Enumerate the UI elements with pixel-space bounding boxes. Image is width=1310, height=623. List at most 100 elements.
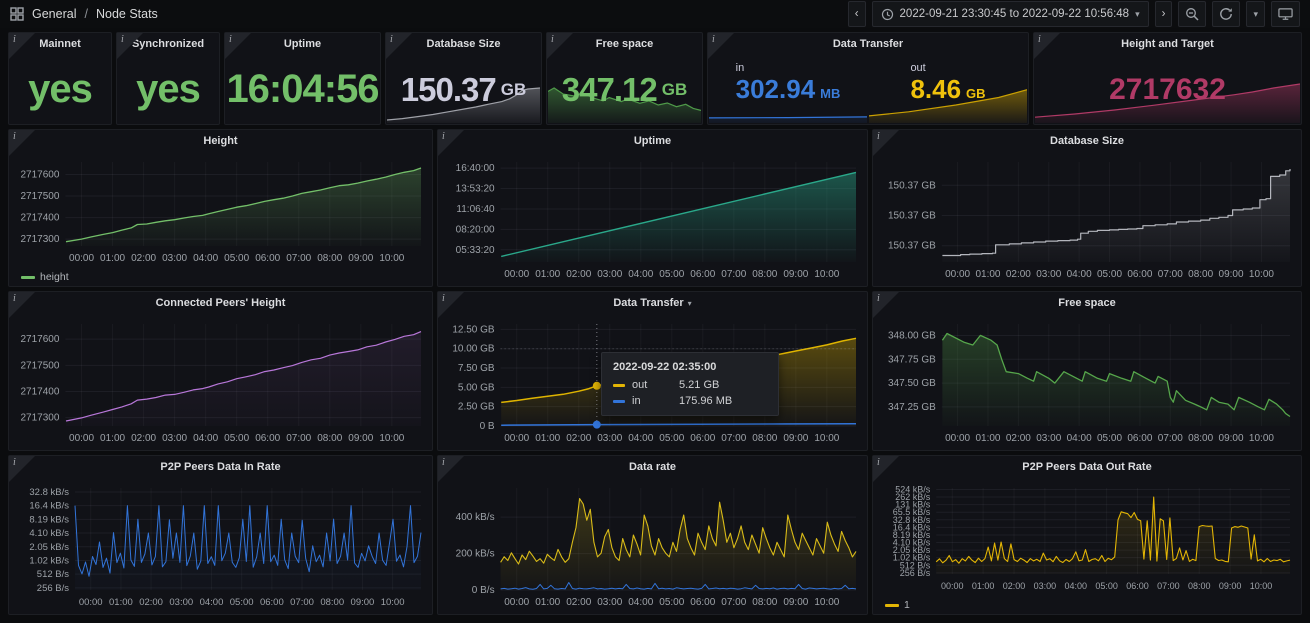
stat-value: 2717632	[1034, 55, 1301, 124]
y-axis-label: 11:06:40	[456, 204, 495, 215]
sparkline	[869, 87, 1027, 123]
x-axis-label: 03:00	[162, 253, 187, 264]
panel-info-icon[interactable]: i	[438, 456, 464, 482]
stat-value: 150.37 GB	[386, 55, 541, 124]
chevron-left-icon: ‹	[855, 8, 859, 20]
x-axis-label: 00:00	[79, 597, 103, 608]
panel-title[interactable]: P2P Peers Data In Rate	[9, 456, 432, 478]
breadcrumb-page[interactable]: Node Stats	[96, 7, 158, 21]
x-axis-label: 00:00	[69, 433, 94, 444]
x-axis-label: 00:00	[504, 433, 529, 444]
panel-menu-caret-icon[interactable]: ▾	[688, 299, 692, 308]
panel-info-icon[interactable]: i	[873, 130, 899, 156]
p2p-data-in-rate-chart[interactable]: 00:0001:0002:0003:0004:0005:0006:0007:00…	[10, 478, 431, 612]
panel-info-icon[interactable]: i	[9, 33, 35, 59]
database-size-chart[interactable]: 00:0001:0002:0003:0004:0005:0006:0007:00…	[874, 152, 1300, 284]
panel-height-and-target-stat: i Height and Target 2717632	[1033, 32, 1302, 125]
refresh-interval-button[interactable]: ▾	[1246, 1, 1265, 27]
panel-info-icon[interactable]: i	[9, 292, 35, 318]
breadcrumb-section[interactable]: General	[32, 7, 76, 21]
x-axis-label: 10:00	[381, 597, 405, 608]
x-axis-label: 03:00	[597, 433, 622, 444]
x-axis-label: 08:00	[317, 433, 342, 444]
panel-info-icon[interactable]: i	[1034, 33, 1060, 59]
panel-info-icon[interactable]: i	[708, 33, 734, 59]
panel-title[interactable]: Height and Target	[1034, 33, 1301, 55]
nav-bar: General / Node Stats ‹ 2022-09-21 23:30:…	[0, 0, 1310, 28]
panel-info-icon[interactable]: i	[873, 292, 899, 318]
panel-info-icon[interactable]: i	[547, 33, 573, 59]
x-axis-label: 02:00	[1006, 269, 1031, 280]
x-axis-label: 00:00	[504, 269, 529, 280]
y-axis-label: 13:53:20	[456, 184, 495, 195]
height-chart[interactable]: 00:0001:0002:0003:0004:0005:0006:0007:00…	[10, 152, 431, 268]
kiosk-mode-button[interactable]	[1271, 1, 1300, 27]
panel-title[interactable]: Data Transfer▾	[438, 292, 867, 314]
stat-value: yes	[117, 55, 219, 124]
zoom-out-button[interactable]	[1178, 1, 1206, 27]
x-axis-label: 04:00	[1067, 269, 1092, 280]
panel-free-space-chart: i Free space 00:0001:0002:0003:0004:0005…	[872, 291, 1302, 451]
panel-info-icon[interactable]: i	[438, 292, 464, 318]
x-axis-label: 02:00	[566, 269, 591, 280]
breadcrumb[interactable]: General / Node Stats	[10, 7, 158, 21]
legend-item[interactable]: height	[21, 271, 69, 283]
y-axis-label: 10.00 GB	[452, 344, 495, 355]
stat-unit: GB	[501, 80, 527, 100]
panel-info-icon[interactable]: i	[873, 456, 899, 482]
x-axis-label: 00:00	[945, 269, 970, 280]
x-axis-label: 00:00	[945, 433, 970, 444]
panel-info-icon[interactable]: i	[9, 130, 35, 156]
tooltip-row: in 175.96 MB	[613, 395, 767, 407]
x-axis-label: 03:00	[162, 433, 187, 444]
y-axis-label: 2717600	[20, 334, 59, 345]
y-axis-label: 2717300	[20, 413, 59, 424]
time-back-button[interactable]: ‹	[848, 1, 866, 27]
panel-title[interactable]: Connected Peers' Height	[9, 292, 432, 314]
panel-info-icon[interactable]: i	[225, 33, 251, 59]
data-rate-chart[interactable]: 00:0001:0002:0003:0004:0005:0006:0007:00…	[439, 478, 866, 612]
x-axis-label: 05:00	[230, 597, 254, 608]
panel-title[interactable]: Free space	[873, 292, 1301, 314]
panel-info-icon[interactable]: i	[438, 130, 464, 156]
x-axis-label: 03:00	[169, 597, 193, 608]
p2p-data-out-rate-chart[interactable]: 00:0001:0002:0003:0004:0005:0006:0007:00…	[874, 478, 1300, 596]
panel-title[interactable]: P2P Peers Data Out Rate	[873, 456, 1301, 478]
y-axis-label: 8.19 kB/s	[29, 514, 69, 525]
x-axis-label: 08:00	[1188, 581, 1211, 591]
refresh-button[interactable]	[1212, 1, 1240, 27]
panel-title[interactable]: Uptime	[438, 130, 867, 152]
dashboards-grid-icon	[10, 7, 24, 21]
time-range-button[interactable]: 2022-09-21 23:30:45 to 2022-09-22 10:56:…	[872, 1, 1149, 27]
panel-title[interactable]: Database Size	[873, 130, 1301, 152]
x-axis-label: 01:00	[535, 597, 560, 608]
panel-info-icon[interactable]: i	[117, 33, 143, 59]
tooltip-label: out	[632, 379, 658, 391]
panel-title[interactable]: Data Transfer	[708, 33, 1028, 55]
x-axis-label: 02:00	[131, 253, 156, 264]
x-axis-label: 02:00	[131, 433, 156, 444]
x-axis-label: 06:00	[255, 253, 280, 264]
x-axis-label: 09:00	[1219, 581, 1242, 591]
y-axis-label: 16.4 kB/s	[29, 501, 69, 512]
y-axis-label: 05:33:20	[456, 245, 495, 256]
panel-info-icon[interactable]: i	[386, 33, 412, 59]
panel-info-icon[interactable]: i	[9, 456, 35, 482]
x-axis-label: 05:00	[224, 433, 249, 444]
peers-height-chart[interactable]: 00:0001:0002:0003:0004:0005:0006:0007:00…	[10, 314, 431, 448]
uptime-chart[interactable]: 00:0001:0002:0003:0004:0005:0006:0007:00…	[439, 152, 866, 284]
y-axis-label: 2717600	[20, 169, 59, 180]
legend: 1	[885, 599, 910, 611]
panel-title[interactable]: Data rate	[438, 456, 867, 478]
x-axis-label: 04:00	[628, 597, 653, 608]
x-axis-label: 04:00	[628, 433, 653, 444]
legend-item[interactable]: 1	[885, 599, 910, 611]
time-forward-button[interactable]: ›	[1155, 1, 1173, 27]
y-axis-label: 2717300	[20, 234, 59, 245]
x-axis-label: 05:00	[1097, 269, 1122, 280]
x-axis-label: 04:00	[1067, 433, 1092, 444]
x-axis-label: 00:00	[941, 581, 964, 591]
y-axis-label: 2717500	[20, 191, 59, 202]
free-space-chart[interactable]: 00:0001:0002:0003:0004:0005:0006:0007:00…	[874, 314, 1300, 448]
panel-title[interactable]: Height	[9, 130, 432, 152]
